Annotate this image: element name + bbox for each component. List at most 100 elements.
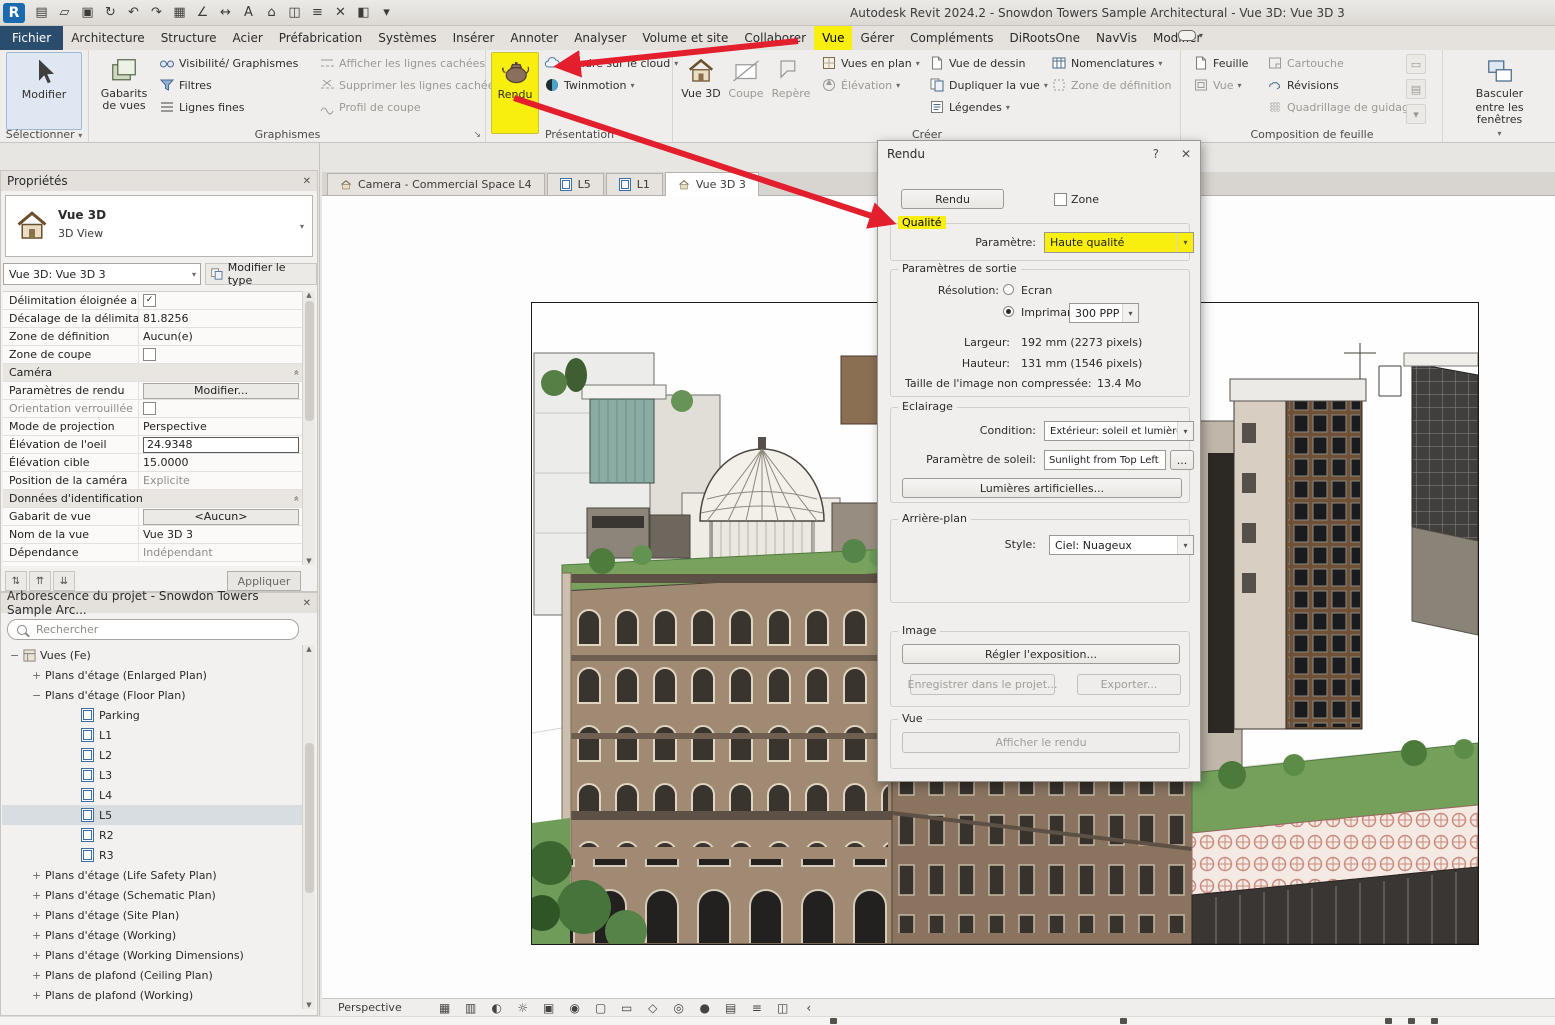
ribbon-tab[interactable]: Analyser — [566, 26, 634, 50]
property-row[interactable]: Données d'identification « — [3, 490, 303, 508]
render-in-cloud-button[interactable]: Rendre sur le cloud ▾ — [541, 52, 671, 74]
view-templates-button[interactable]: Gabarits de vues — [96, 52, 152, 130]
view-tab[interactable]: L5 — [547, 173, 604, 195]
measure-icon[interactable]: ∠ — [191, 3, 214, 23]
apply-button[interactable]: Appliquer — [227, 571, 301, 591]
aligned-dimension-icon[interactable]: ↔ — [214, 3, 237, 23]
switch-windows-button[interactable]: Basculer entre les fenêtres ▾ — [1452, 52, 1547, 136]
tree-item[interactable]: L5 — [2, 805, 303, 825]
tree-expander[interactable]: + — [32, 669, 45, 682]
ribbon-tab[interactable]: DiRootsOne — [1002, 26, 1088, 50]
tree-item[interactable]: − Vues (Fe) — [2, 645, 303, 665]
collapse-chevron-icon[interactable]: « — [290, 369, 301, 375]
ribbon-tab[interactable]: Compléments — [902, 26, 1001, 50]
ribbon-tab[interactable]: Préfabrication — [271, 26, 370, 50]
start-render-button[interactable]: Rendu — [901, 189, 1004, 209]
view-tab[interactable]: Camera - Commercial Space L4 — [327, 173, 545, 195]
ribbon-tab[interactable]: Insérer — [445, 26, 503, 50]
redo-icon[interactable]: ↷ — [145, 3, 168, 23]
worksharing-display-icon[interactable]: ▤ — [718, 1001, 744, 1015]
close-icon[interactable]: ✕ — [303, 598, 311, 609]
tree-item[interactable]: R2 — [2, 825, 303, 845]
adjust-exposure-button[interactable]: Régler l'exposition... — [902, 644, 1180, 664]
ribbon-tab[interactable]: Gérer — [852, 26, 902, 50]
tile-windows-icon[interactable]: ◧ — [352, 3, 375, 23]
detail-level-icon[interactable]: ▥ — [458, 1001, 484, 1015]
undo-icon[interactable]: ↶ — [122, 3, 145, 23]
text-icon[interactable]: A — [237, 3, 260, 23]
tree-item[interactable]: − Plans d'étage (Floor Plan) — [2, 685, 303, 705]
visual-style-icon[interactable]: ◐ — [484, 1001, 510, 1015]
sort-descending-icon[interactable]: ⇊ — [53, 571, 75, 591]
view-3d-button[interactable]: Vue 3D — [678, 52, 724, 132]
property-row[interactable]: Mode de projection Perspective — [3, 418, 303, 436]
visibility-graphics-button[interactable]: Visibilité/ Graphismes — [156, 52, 314, 74]
temporary-hide-isolate-icon[interactable]: ◎ — [666, 1001, 692, 1015]
schedules-button[interactable]: Nomenclatures ▾ — [1048, 52, 1178, 74]
property-row[interactable]: Zone de définition Aucun(e) — [3, 328, 303, 346]
tree-item[interactable]: L3 — [2, 765, 303, 785]
filters-button[interactable]: Filtres — [156, 74, 314, 96]
region-checkbox[interactable] — [1054, 193, 1067, 206]
panel-launcher-icon[interactable]: ↘ — [473, 130, 481, 140]
reveal-hidden-elements-icon[interactable]: ● — [692, 1001, 718, 1015]
tree-item[interactable]: + Plans de plafond (Ceiling Plan) — [2, 965, 303, 985]
close-hidden-windows-icon[interactable]: ✕ — [329, 3, 352, 23]
tree-expander[interactable]: + — [32, 889, 45, 902]
background-style-select[interactable]: Ciel: Nuageux ▾ — [1049, 535, 1194, 555]
view-tab[interactable]: L1 — [606, 173, 663, 195]
property-row[interactable]: Orientation verrouillée — [3, 400, 303, 418]
collapse-icon[interactable]: ‹ — [796, 1001, 822, 1015]
unlocked-3d-view-icon[interactable]: ◇ — [640, 1001, 666, 1015]
ribbon-tab[interactable]: Vue — [814, 26, 852, 50]
thin-lines-button[interactable]: Lignes fines — [156, 96, 314, 118]
search-input[interactable] — [34, 622, 268, 637]
quality-select[interactable]: Haute qualité ▾ — [1044, 232, 1194, 253]
ribbon-tab[interactable]: Structure — [153, 26, 225, 50]
collapse-chevron-icon[interactable]: « — [290, 495, 301, 501]
sun-path-icon[interactable]: ☼ — [510, 1001, 536, 1015]
property-row[interactable]: Caméra « — [3, 364, 303, 382]
ribbon-tab[interactable]: Fichier — [0, 26, 63, 50]
tree-item[interactable]: L4 — [2, 785, 303, 805]
dpi-select[interactable]: 300 PPP ▾ — [1069, 303, 1139, 323]
tree-item[interactable]: Parking — [2, 705, 303, 725]
property-row[interactable]: Position de la caméra Explicite — [3, 472, 303, 490]
edit-type-button[interactable]: Modifier le type — [205, 263, 317, 285]
property-row[interactable]: Zone de coupe — [3, 346, 303, 364]
render-button[interactable]: Rendu — [491, 52, 539, 134]
show-rendering-dialog-icon[interactable]: ◉ — [562, 1001, 588, 1015]
browser-search[interactable] — [7, 619, 299, 640]
tree-item[interactable]: + Plans d'étage (Working) — [2, 925, 303, 945]
close-icon[interactable]: ✕ — [303, 176, 311, 187]
shadows-icon[interactable]: ▣ — [536, 1001, 562, 1015]
property-row[interactable]: Délimitation éloignée a... ✓ — [3, 292, 303, 310]
tree-item[interactable]: L2 — [2, 745, 303, 765]
temporary-view-properties-icon[interactable]: ≡ — [744, 1001, 770, 1015]
crop-view-icon[interactable]: ▢ — [588, 1001, 614, 1015]
save-icon[interactable]: ▣ — [76, 3, 99, 23]
tree-item[interactable]: + Plans d'étage (Site Plan) — [2, 905, 303, 925]
select-panel-label[interactable]: Sélectionner ▾ — [0, 128, 88, 141]
browser-scrollbar[interactable]: ▲ ▼ — [302, 645, 315, 1009]
property-row[interactable]: Élévation cible 15.0000 — [3, 454, 303, 472]
tree-expander[interactable]: − — [10, 649, 23, 662]
tree-expander[interactable]: + — [32, 869, 45, 882]
tree-item[interactable]: + Plans de plafond (Working) — [2, 985, 303, 1005]
screen-radio[interactable] — [1003, 284, 1014, 295]
default-3d-view-icon[interactable]: ⌂ — [260, 3, 283, 23]
drafting-view-button[interactable]: Vue de dessin — [926, 52, 1046, 74]
lighting-condition-select[interactable]: Extérieur: soleil et lumière ▾ — [1044, 421, 1194, 441]
tree-item[interactable]: + Plans d'étage (Enlarged Plan) — [2, 665, 303, 685]
property-row[interactable]: Gabarit de vue <Aucun> — [3, 508, 303, 526]
properties-scrollbar[interactable]: ▲ ▼ — [302, 291, 315, 565]
tree-expander[interactable]: + — [32, 929, 45, 942]
twinmotion-button[interactable]: Twinmotion ▾ — [541, 74, 671, 96]
sheet-button[interactable]: Feuille — [1190, 52, 1262, 74]
property-row[interactable]: Dépendance Indépendant — [3, 544, 303, 562]
ribbon-options-icon[interactable]: ▾ — [1178, 30, 1203, 41]
tree-item[interactable]: L1 — [2, 725, 303, 745]
legends-button[interactable]: Légendes ▾ — [926, 96, 1046, 118]
type-selector[interactable]: Vue 3D 3D View ▾ — [5, 195, 313, 257]
revisions-button[interactable]: Révisions — [1264, 74, 1404, 96]
